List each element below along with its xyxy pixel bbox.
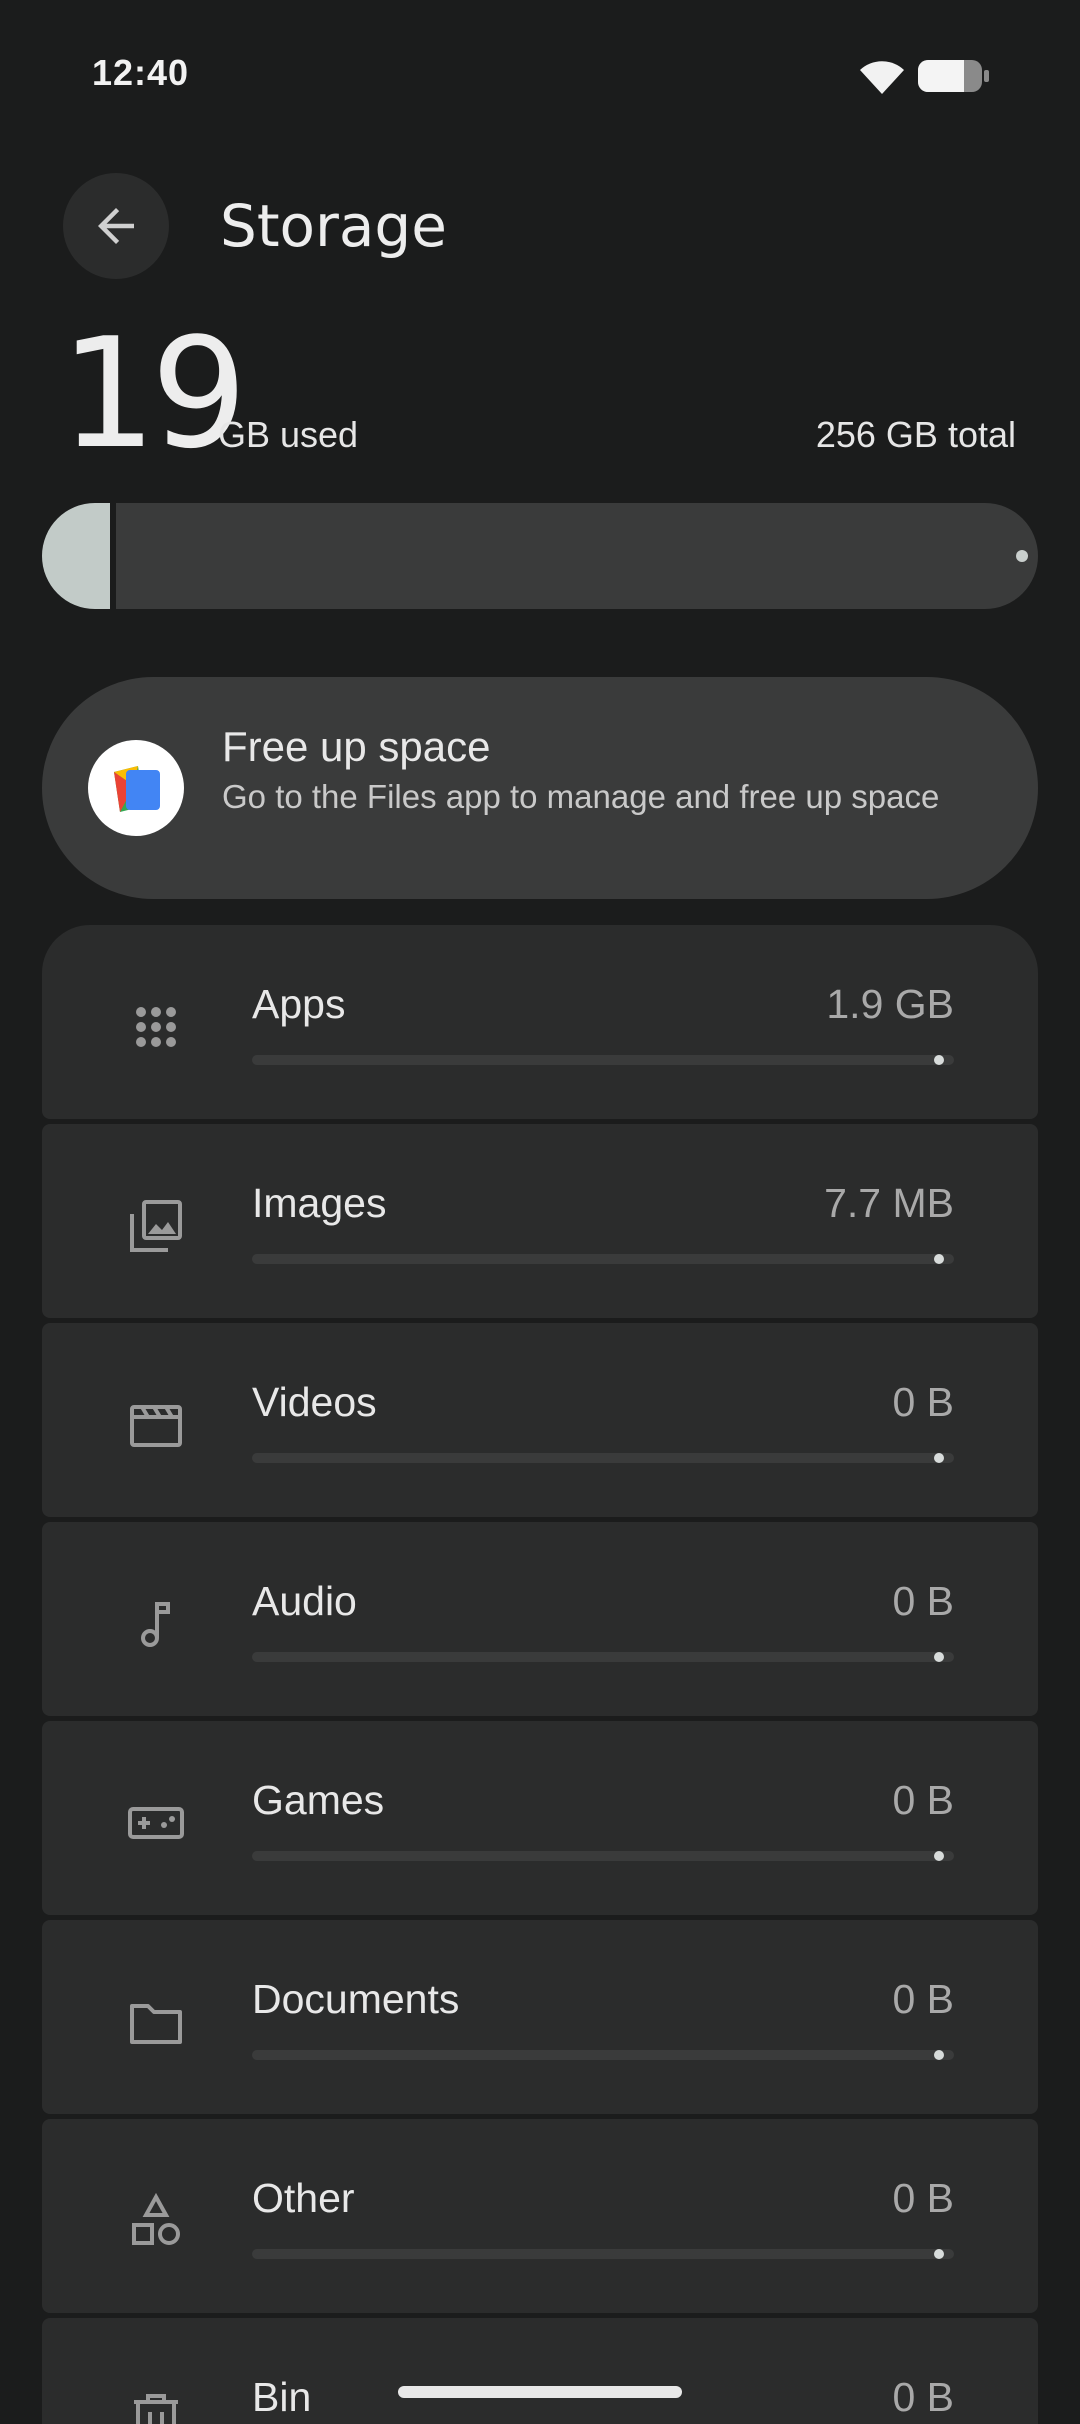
used-storage-number: 19 [60,305,247,482]
category-row-apps[interactable]: Apps 1.9 GB [42,925,1038,1119]
used-storage-unit: GB used [218,414,359,455]
storage-screen: 12:40 Storage 19 GB used 256 GB total Fr… [0,0,1080,2424]
category-row-games[interactable]: Games 0 B [42,1721,1038,1915]
wifi-icon [860,61,904,94]
category-name: Documents [252,1976,460,2022]
battery-icon [918,60,989,92]
category-size: 0 B [892,1777,954,1823]
category-size: 0 B [892,2175,954,2221]
navigation-gesture-bar[interactable] [398,2386,682,2398]
arrow-back-icon [98,208,134,244]
status-bar: 12:40 [0,0,1080,150]
category-size: 0 B [892,2374,954,2420]
category-name: Images [252,1180,387,1226]
category-size: 0 B [892,1976,954,2022]
category-usage-end-dot [934,2249,944,2259]
category-name: Games [252,1777,385,1823]
category-name: Audio [252,1578,357,1624]
storage-usage-track [116,503,1038,609]
category-row-other[interactable]: Other 0 B [42,2119,1038,2313]
category-usage-end-dot [934,1055,944,1065]
category-size: 0 B [892,1379,954,1425]
category-usage-track [252,1652,954,1662]
category-usage-track [252,1254,954,1264]
category-usage-end-dot [934,1851,944,1861]
storage-usage-end-dot [1016,550,1028,562]
category-usage-track [252,2050,954,2060]
files-app-icon [88,740,184,836]
images-icon [130,1200,182,1252]
storage-usage-fill [42,503,110,609]
games-icon [128,1807,184,1839]
storage-usage-bar [42,503,1038,609]
category-size: 0 B [892,1578,954,1624]
free-up-space-card[interactable]: Free up space Go to the Files app to man… [42,677,1038,899]
total-storage-label: 256 GB total [815,414,1016,455]
category-row-audio[interactable]: Audio 0 B [42,1522,1038,1716]
category-usage-track [252,1453,954,1463]
category-size: 7.7 MB [824,1180,954,1226]
category-size: 1.9 GB [826,981,954,1027]
category-usage-track [252,1055,954,1065]
trash-icon [134,2394,178,2424]
folder-icon [130,2004,182,2044]
category-name: Videos [252,1379,377,1425]
category-usage-end-dot [934,1652,944,1662]
shapes-icon [132,2192,180,2245]
category-usage-track [252,2249,954,2259]
category-row-bin[interactable]: Bin 0 B [42,2318,1038,2424]
category-usage-end-dot [934,1254,944,1264]
category-name: Bin [252,2374,312,2420]
audio-icon [141,1602,170,1647]
free-up-space-title: Free up space [222,723,491,770]
category-usage-end-dot [934,2050,944,2060]
category-usage-track [252,1851,954,1861]
page-title: Storage [220,192,447,260]
category-row-documents[interactable]: Documents 0 B [42,1920,1038,2114]
back-button[interactable] [63,173,169,279]
category-row-images[interactable]: Images 7.7 MB [42,1124,1038,1318]
apps-grid-icon [136,1007,176,1047]
storage-category-list: Apps 1.9 GB Images 7.7 MB Videos 0 B Aud… [42,925,1038,2424]
category-name: Other [252,2175,355,2221]
category-usage-end-dot [934,1453,944,1463]
status-time: 12:40 [92,52,190,93]
videos-icon [130,1405,182,1447]
free-up-space-description: Go to the Files app to manage and free u… [222,778,940,815]
category-name: Apps [252,981,346,1027]
category-row-videos[interactable]: Videos 0 B [42,1323,1038,1517]
